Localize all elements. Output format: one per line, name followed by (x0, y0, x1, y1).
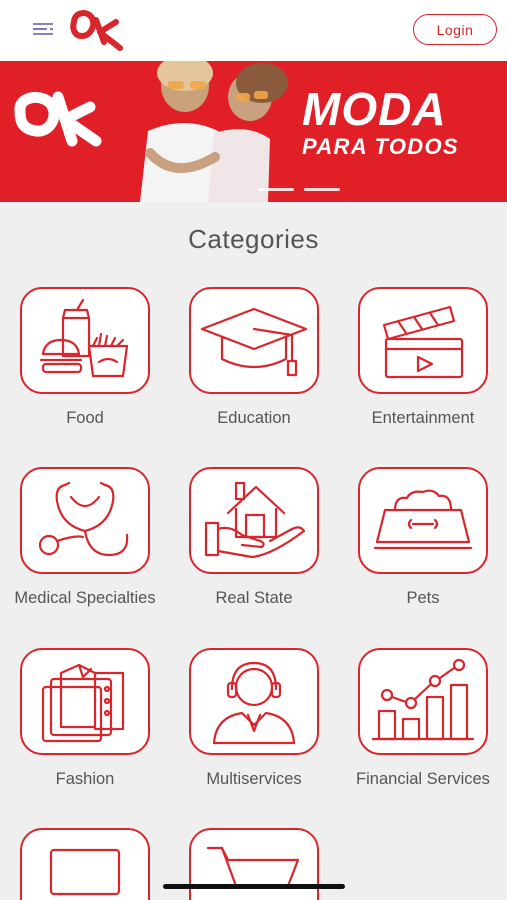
clapperboard-icon (382, 305, 464, 378)
banner-subtitle: PARA TODOS (302, 134, 459, 159)
category-tile[interactable] (20, 828, 150, 900)
shopping-cart-icon (206, 846, 300, 888)
category-tile-laptop[interactable] (5, 828, 165, 900)
category-tile[interactable] (20, 467, 150, 574)
categories-title: Categories (188, 224, 319, 254)
pet-bowl-icon (373, 489, 473, 549)
category-multiservices[interactable]: Multiservices (174, 648, 334, 791)
headset-agent-icon (212, 661, 296, 744)
category-tile[interactable] (189, 287, 319, 394)
category-tile[interactable] (358, 648, 488, 755)
category-fashion[interactable]: Fashion (5, 648, 165, 791)
category-tile[interactable] (358, 467, 488, 574)
category-financial-services[interactable]: Financial Services (343, 648, 503, 791)
category-tile[interactable] (189, 467, 319, 574)
food-icon (39, 298, 129, 377)
login-button[interactable]: Login (413, 14, 497, 45)
category-tile[interactable] (20, 648, 150, 755)
category-label: Medical Specialties (14, 589, 156, 607)
category-food[interactable]: Food (5, 287, 165, 430)
category-label: Food (66, 409, 104, 427)
app-header: Login (0, 0, 507, 61)
category-label: Multiservices (206, 770, 302, 788)
carousel-dot[interactable] (304, 188, 340, 191)
category-label: Real State (215, 589, 293, 607)
category-entertainment[interactable]: Entertainment (343, 287, 503, 430)
banner-title: MODA (302, 83, 447, 135)
category-label: Education (217, 409, 291, 427)
category-label: Entertainment (371, 409, 475, 427)
house-in-hand-icon (204, 481, 306, 558)
ok-logo[interactable] (68, 8, 124, 54)
laptop-icon (49, 848, 121, 896)
category-tile-cart[interactable] (174, 828, 334, 900)
graduation-cap-icon (200, 307, 308, 376)
home-indicator (163, 884, 345, 889)
category-label: Financial Services (356, 770, 490, 788)
category-real-state[interactable]: Real State (174, 467, 334, 610)
category-tile[interactable] (358, 287, 488, 394)
category-label: Pets (406, 589, 440, 607)
carousel-indicator (258, 188, 340, 191)
category-medical-specialties[interactable]: Medical Specialties (5, 467, 165, 610)
category-pets[interactable]: Pets (343, 467, 503, 610)
menu-icon[interactable] (30, 20, 56, 38)
chart-icon (371, 658, 475, 740)
carousel-dot[interactable] (258, 188, 294, 191)
category-label: Fashion (55, 770, 115, 788)
category-tile[interactable] (20, 287, 150, 394)
category-education[interactable]: Education (174, 287, 334, 430)
stethoscope-icon (38, 481, 129, 556)
category-tile[interactable] (189, 648, 319, 755)
category-tile[interactable] (189, 828, 319, 900)
shirt-icon (41, 663, 125, 742)
